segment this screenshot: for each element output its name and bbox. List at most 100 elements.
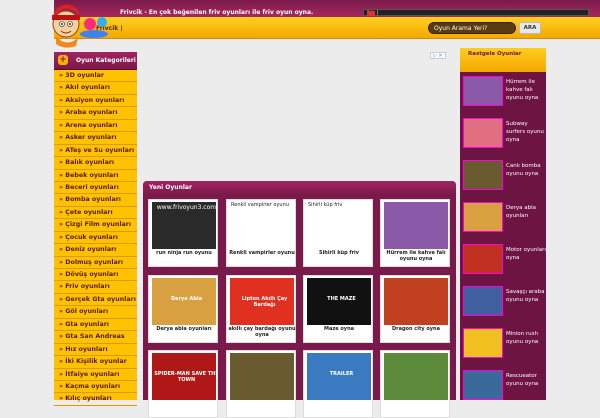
- random-game-thumbnail[interactable]: [463, 202, 503, 232]
- random-game-item[interactable]: Derya abla oyunları: [460, 202, 546, 244]
- random-game-thumbnail[interactable]: [463, 370, 503, 400]
- category-item[interactable]: » Hız oyunları: [54, 344, 137, 357]
- category-item[interactable]: » Dövüş oyunları: [54, 269, 137, 282]
- game-caption[interactable]: Renkli vampirler oyunu: [227, 250, 297, 256]
- game-thumbnail[interactable]: Lipton Akıllı Çay Bardağı: [230, 278, 294, 325]
- random-game-thumbnail[interactable]: [463, 286, 503, 316]
- category-label: Çizgi Film oyunları: [65, 221, 132, 229]
- category-item[interactable]: » Göl oyunları: [54, 306, 137, 319]
- category-item[interactable]: » Gta San Andreas: [54, 331, 137, 344]
- category-item[interactable]: » Arena oyunları: [54, 120, 137, 133]
- game-thumbnail[interactable]: [230, 353, 294, 400]
- game-thumbnail[interactable]: [384, 202, 448, 249]
- search-button[interactable]: ARA: [519, 22, 541, 34]
- game-thumbnail-label: TRAILER: [329, 371, 354, 377]
- random-game-label[interactable]: Rescueator oyunu oyna: [506, 372, 546, 388]
- category-item[interactable]: » Araba oyunları: [54, 107, 137, 120]
- category-item[interactable]: » Kaçma oyunları: [54, 381, 137, 394]
- random-game-item[interactable]: Motor oyunları oyna: [460, 244, 546, 286]
- category-item[interactable]: » Beceri oyunları: [54, 182, 137, 195]
- game-caption[interactable]: Hürrem ile kahve falı oyunu oyna: [381, 250, 451, 262]
- category-item[interactable]: » Balık oyunları: [54, 157, 137, 170]
- game-card[interactable]: Renkli vampirler oyunu Renkli vampirler o…: [226, 199, 296, 267]
- category-item[interactable]: » Bebek oyunları: [54, 170, 137, 182]
- game-caption[interactable]: run ninja run oyunu: [149, 250, 219, 256]
- game-card[interactable]: THE MAZE Maze oyna: [303, 275, 373, 343]
- game-caption[interactable]: Dragon city oyna: [381, 326, 451, 332]
- game-card[interactable]: [380, 350, 450, 418]
- top-bar: Frivcik - En çok beğenilen friv oyunları…: [54, 0, 600, 17]
- category-label: Göl oyunları: [65, 308, 109, 316]
- game-thumbnail[interactable]: [384, 278, 448, 325]
- category-label: Kaçma oyunları: [65, 382, 121, 390]
- category-item[interactable]: » Friv oyunları: [54, 281, 137, 294]
- category-label: Dolmuş oyunları: [65, 258, 124, 266]
- mini-search-box[interactable]: friv |: [363, 9, 589, 16]
- game-thumbnail[interactable]: TRAILER: [307, 353, 371, 400]
- random-game-label[interactable]: Canlı bomba oyunu oyna: [506, 162, 546, 178]
- category-item[interactable]: » İtfaiye oyunları: [54, 369, 137, 381]
- random-game-thumbnail[interactable]: [463, 244, 503, 274]
- random-game-label[interactable]: Minion rush oyunu oyna: [506, 330, 546, 346]
- plus-icon: +: [58, 55, 68, 65]
- category-item[interactable]: » Deniz oyunları: [54, 244, 137, 257]
- game-card[interactable]: Sihirli küp friv Sihirli küp friv: [303, 199, 373, 267]
- ad-choices-badge[interactable]: ▷ ✕: [430, 52, 446, 59]
- category-item[interactable]: » ATeş ve Su oyunları: [54, 145, 137, 158]
- game-card[interactable]: Derya Abla Derya abla oyunları: [148, 275, 218, 343]
- random-game-item[interactable]: Rescueator oyunu oyna: [460, 370, 546, 412]
- game-caption[interactable]: akıllı çay bardağı oyunu oyna: [227, 326, 297, 338]
- game-card[interactable]: [226, 350, 296, 418]
- game-card[interactable]: SPIDER-MAN SAVE THE TOWN: [148, 350, 218, 418]
- game-thumbnail[interactable]: THE MAZE: [307, 278, 371, 325]
- category-item[interactable]: » Aksiyon oyunları: [54, 95, 137, 108]
- category-item[interactable]: » İki Kişilik oyunlar: [54, 356, 137, 369]
- site-logo[interactable]: [50, 0, 110, 50]
- random-game-thumbnail[interactable]: [463, 118, 503, 148]
- random-game-thumbnail[interactable]: [463, 76, 503, 106]
- random-games-sidebar: Rastgele Oyunlar Hürrem ile kahve falı o…: [460, 48, 546, 400]
- game-caption[interactable]: Derya abla oyunları: [149, 326, 219, 332]
- game-caption[interactable]: Maze oyna: [304, 326, 374, 332]
- category-item[interactable]: » Akıl oyunları: [54, 82, 137, 95]
- random-game-label[interactable]: Subway surfers oyunu oyna: [506, 120, 546, 144]
- category-item[interactable]: » Asker oyunları: [54, 132, 137, 145]
- category-item[interactable]: » 3D oyunlar: [54, 70, 137, 83]
- game-card[interactable]: www.frivoyun3.com run ninja run oyunu: [148, 199, 218, 267]
- game-thumbnail[interactable]: www.frivoyun3.com: [152, 202, 216, 249]
- game-card[interactable]: Lipton Akıllı Çay Bardağı akıllı çay bard…: [226, 275, 296, 343]
- random-game-label[interactable]: Motor oyunları oyna: [506, 246, 546, 262]
- game-card[interactable]: TRAILER: [303, 350, 373, 418]
- category-label: 3D oyunlar: [65, 72, 104, 79]
- category-item[interactable]: » Bomba oyunları: [54, 194, 137, 207]
- category-item[interactable]: » Gta oyunları: [54, 319, 137, 332]
- random-game-item[interactable]: Minion rush oyunu oyna: [460, 328, 546, 370]
- random-game-label[interactable]: Derya abla oyunları: [506, 204, 546, 220]
- random-game-item[interactable]: Hürrem ile kahve falı oyunu oyna: [460, 76, 546, 118]
- search-input[interactable]: Oyun Arama Yeri?: [428, 22, 516, 34]
- random-game-thumbnail[interactable]: [463, 328, 503, 358]
- random-game-item[interactable]: Subway surfers oyunu oyna: [460, 118, 546, 160]
- random-game-thumbnail[interactable]: [463, 160, 503, 190]
- random-game-label[interactable]: Savaşçı araba oyunu oyna: [506, 288, 546, 304]
- category-item[interactable]: » Dolmuş oyunları: [54, 257, 137, 269]
- game-caption[interactable]: Sihirli küp friv: [304, 250, 374, 256]
- game-thumbnail[interactable]: [384, 353, 448, 400]
- category-item[interactable]: » Gerçek Gta oyunları: [54, 294, 137, 307]
- flag-icon[interactable]: [367, 11, 375, 16]
- category-item[interactable]: » Çete oyunları: [54, 207, 137, 220]
- random-game-item[interactable]: Canlı bomba oyunu oyna: [460, 160, 546, 202]
- category-label: Kılıç oyunları: [65, 395, 112, 403]
- game-thumbnail[interactable]: Sihirli küp friv: [307, 202, 371, 249]
- search-placeholder: Oyun Arama Yeri?: [434, 25, 488, 32]
- category-item[interactable]: » Çocuk oyunları: [54, 232, 137, 245]
- random-game-item[interactable]: Savaşçı araba oyunu oyna: [460, 286, 546, 328]
- category-item[interactable]: » Çizgi Film oyunları: [54, 219, 137, 232]
- category-label: Bomba oyunları: [65, 196, 121, 204]
- game-thumbnail[interactable]: Derya Abla: [152, 278, 216, 325]
- game-card[interactable]: Hürrem ile kahve falı oyunu oyna: [380, 199, 450, 267]
- game-thumbnail[interactable]: Renkli vampirler oyunu: [230, 202, 294, 249]
- game-thumbnail[interactable]: SPIDER-MAN SAVE THE TOWN: [152, 353, 216, 400]
- random-game-label[interactable]: Hürrem ile kahve falı oyunu oyna: [506, 78, 546, 102]
- game-card[interactable]: Dragon city oyna: [380, 275, 450, 343]
